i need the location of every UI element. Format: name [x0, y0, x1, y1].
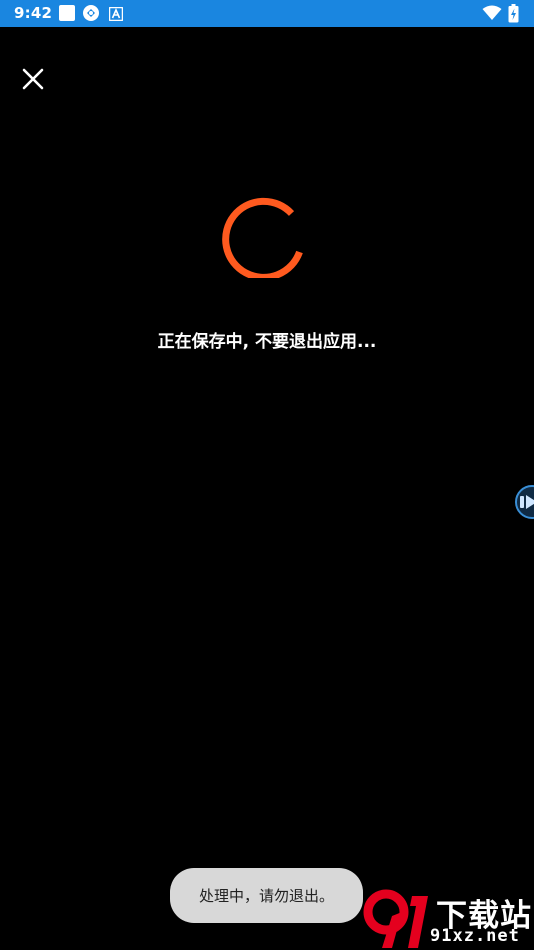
- close-button[interactable]: [17, 63, 49, 95]
- toast-message: 处理中，请勿退出。: [170, 868, 363, 923]
- battery-charging-icon: [508, 4, 519, 27]
- site-watermark: 下载站 91xz.net: [362, 888, 534, 950]
- a-letter-icon: [108, 6, 124, 25]
- sync-badge-icon: [82, 4, 100, 26]
- watermark-url: 91xz.net: [430, 926, 520, 946]
- status-time: 9:42: [14, 4, 53, 22]
- loading-spinner: [218, 186, 310, 281]
- wifi-icon: [482, 5, 502, 25]
- status-bar: 9:42: [0, 0, 534, 27]
- square-notification-icon: [58, 4, 76, 26]
- saving-message: 正在保存中, 不要退出应用...: [157, 332, 377, 352]
- watermark-logo-icon: [363, 889, 428, 948]
- floating-side-button[interactable]: [515, 485, 534, 519]
- close-icon: [22, 68, 44, 90]
